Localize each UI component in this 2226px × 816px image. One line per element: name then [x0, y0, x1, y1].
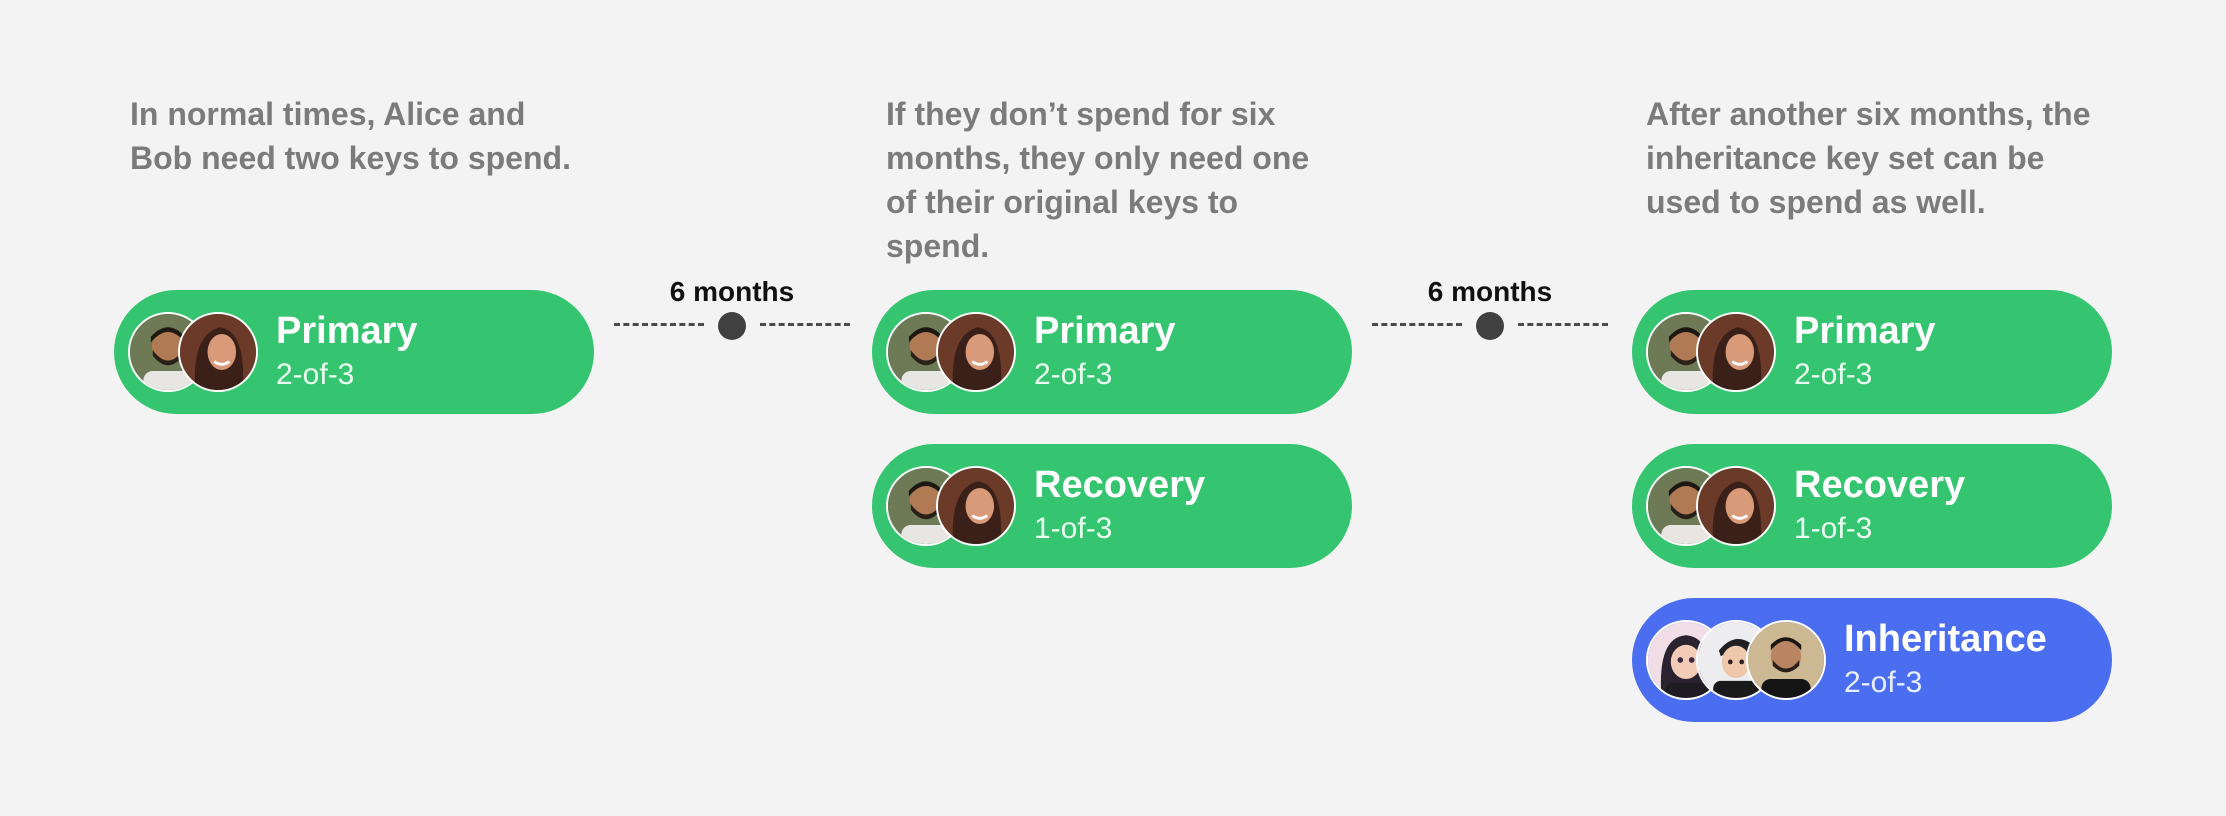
dashed-line — [1518, 323, 1608, 326]
bearded-man-avatar — [1746, 620, 1826, 700]
key-set-primary: Primary 2-of-3 — [1632, 290, 2112, 414]
key-set-title: Primary — [276, 310, 418, 352]
key-set-primary: Primary 2-of-3 — [872, 290, 1352, 414]
key-set-inheritance: Inheritance 2-of-3 — [1632, 598, 2112, 722]
key-set-title: Recovery — [1034, 464, 1206, 506]
woman-avatar — [936, 312, 1016, 392]
key-set-primary: Primary 2-of-3 — [114, 290, 594, 414]
column-1-description: In normal times, Alice and Bob need two … — [130, 96, 571, 176]
key-set-threshold: 2-of-3 — [1844, 666, 1923, 699]
key-set-threshold: 2-of-3 — [276, 358, 355, 391]
key-set-threshold: 2-of-3 — [1034, 358, 1113, 391]
column-3-description: After another six months, the inheritanc… — [1646, 96, 2091, 220]
timelock-label: 6 months — [669, 276, 795, 307]
dashed-line — [614, 323, 704, 326]
key-set-threshold: 1-of-3 — [1034, 512, 1113, 545]
timelock-connector: 6 months — [614, 270, 850, 340]
woman-avatar — [1696, 466, 1776, 546]
key-set-title: Recovery — [1794, 464, 1966, 506]
woman-avatar — [178, 312, 258, 392]
key-set-title: Inheritance — [1844, 618, 2047, 660]
dashed-line — [760, 323, 850, 326]
timeline-dot — [718, 312, 746, 340]
dashed-line — [1372, 323, 1462, 326]
timeline-dot — [1476, 312, 1504, 340]
woman-avatar — [936, 466, 1016, 546]
key-set-threshold: 2-of-3 — [1794, 358, 1873, 391]
key-set-recovery: Recovery 1-of-3 — [872, 444, 1352, 568]
key-set-threshold: 1-of-3 — [1794, 512, 1873, 545]
column-2-description: If they don’t spend for six months, they… — [886, 96, 1310, 264]
key-set-recovery: Recovery 1-of-3 — [1632, 444, 2112, 568]
key-set-title: Primary — [1794, 310, 1936, 352]
woman-avatar — [1696, 312, 1776, 392]
key-set-title: Primary — [1034, 310, 1176, 352]
timelock-label: 6 months — [1427, 276, 1553, 307]
timelock-connector: 6 months — [1372, 270, 1608, 340]
